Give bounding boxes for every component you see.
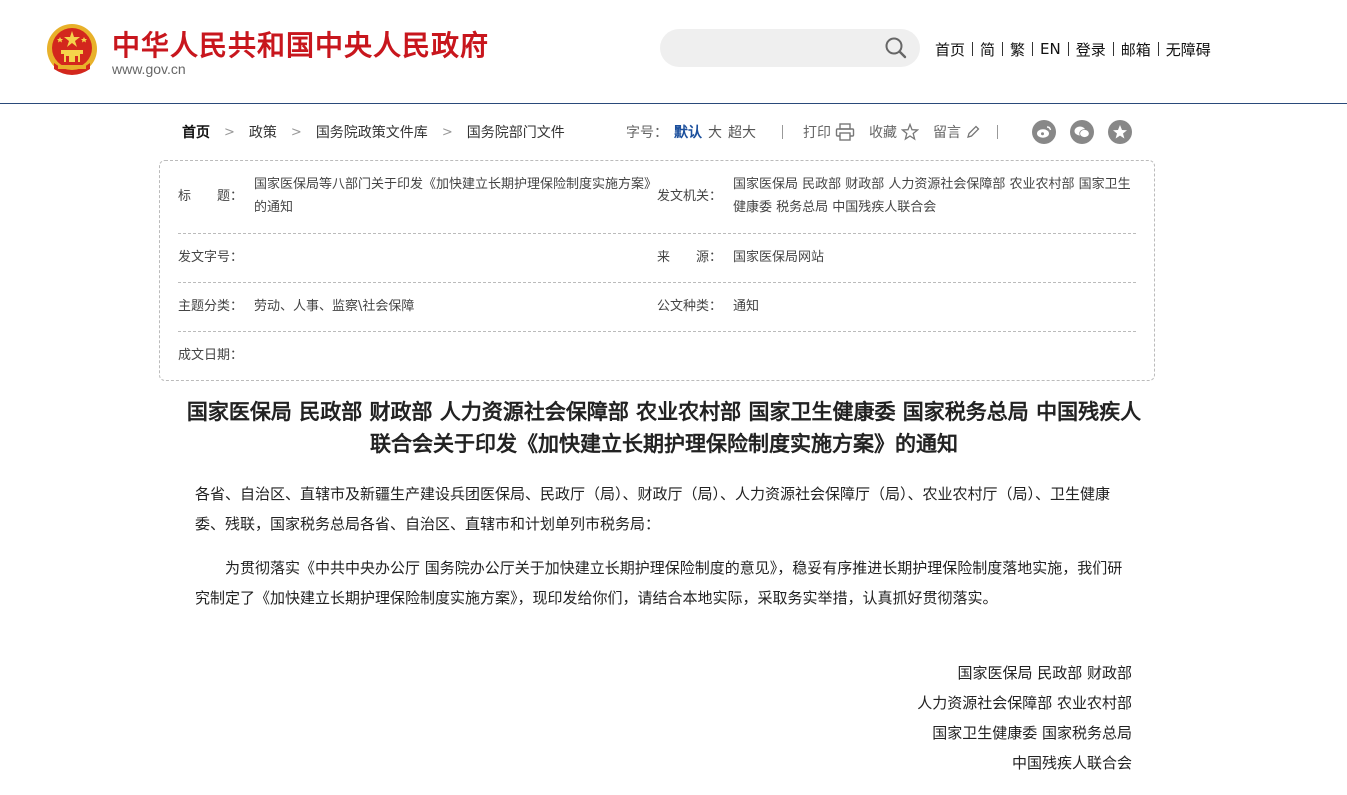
breadcrumb-policy[interactable]: 政策 <box>249 122 277 142</box>
nav-home[interactable]: 首页 <box>928 39 972 60</box>
chevron-right-icon: > <box>290 124 302 140</box>
print-label: 打印 <box>803 125 831 141</box>
info-row-date: 成文日期： <box>178 332 1136 381</box>
topic-value: 劳动、人事、监察\社会保障 <box>254 299 415 314</box>
doc-type-value: 通知 <box>733 299 760 314</box>
breadcrumb-policy-library[interactable]: 国务院政策文件库 <box>316 122 428 142</box>
printer-icon <box>835 123 855 141</box>
pencil-icon <box>967 125 980 138</box>
weibo-icon[interactable] <box>1032 120 1056 144</box>
signature-line: 人力资源社会保障部 农业农村部 <box>917 694 1132 712</box>
article-recipients: 各省、自治区、直辖市及新疆生产建设兵团医保局、民政厅（局）、财政厅（局）、人力资… <box>195 485 1111 533</box>
signature-line: 中国残疾人联合会 <box>1011 754 1132 772</box>
print-button[interactable]: 打印 <box>803 122 855 142</box>
favorite-label: 收藏 <box>869 125 897 141</box>
font-size-xlarge[interactable]: 超大 <box>728 122 756 142</box>
font-size-default[interactable]: 默认 <box>674 122 702 142</box>
nav-traditional[interactable]: 繁 <box>1003 39 1032 60</box>
topic-label: 主题分类： <box>178 299 244 314</box>
font-size-large[interactable]: 大 <box>708 122 722 142</box>
article-body: 为贯彻落实《中共中央办公厅 国务院办公厅关于加快建立长期护理保险制度的意见》，稳… <box>195 559 1123 607</box>
font-size-label: 字号： <box>626 125 668 141</box>
search-icon[interactable] <box>884 36 908 60</box>
breadcrumb-home[interactable]: 首页 <box>182 122 210 142</box>
site-header: 中华人民共和国中央人民政府 www.gov.cn 首页 简 繁 EN 登录 邮箱… <box>0 0 1347 104</box>
site-title[interactable]: 中华人民共和国中央人民政府 <box>112 24 489 64</box>
nav-login[interactable]: 登录 <box>1069 39 1113 60</box>
doc-number-label: 发文字号： <box>178 250 244 265</box>
nav-mail[interactable]: 邮箱 <box>1114 39 1158 60</box>
document-info-table: 标 题： 国家医保局等八部门关于印发《加快建立长期护理保险制度实施方案》的通知 … <box>159 160 1155 381</box>
signature-line: 国家医保局 民政部 财政部 <box>957 664 1132 682</box>
title-value: 国家医保局等八部门关于印发《加快建立长期护理保险制度实施方案》的通知 <box>254 177 651 215</box>
title-label: 标 题： <box>178 189 244 204</box>
source-label: 来 源： <box>657 250 723 265</box>
tools-divider <box>782 125 783 139</box>
issuer-label: 发文机关： <box>657 189 723 204</box>
top-nav: 首页 简 繁 EN 登录 邮箱 无障碍 <box>928 38 1218 60</box>
signature-line: 国家卫生健康委 国家税务总局 <box>932 724 1132 742</box>
info-row-docno: 发文字号： 来 源： 国家医保局网站 <box>178 234 1136 283</box>
chevron-right-icon: > <box>224 124 235 140</box>
tools-divider <box>997 125 998 139</box>
source-value: 国家医保局网站 <box>733 250 825 265</box>
nav-simplified[interactable]: 简 <box>973 39 1002 60</box>
breadcrumb-department-docs[interactable]: 国务院部门文件 <box>467 122 565 142</box>
star-icon <box>901 123 919 141</box>
site-url: www.gov.cn <box>112 61 186 77</box>
info-row-topic: 主题分类： 劳动、人事、监察\社会保障 公文种类： 通知 <box>178 283 1136 332</box>
comment-label: 留言 <box>933 125 961 141</box>
comment-button[interactable]: 留言 <box>933 122 981 142</box>
info-row-title: 标 题： 国家医保局等八部门关于印发《加快建立长期护理保险制度实施方案》的通知 … <box>178 161 1136 234</box>
wechat-icon[interactable] <box>1070 120 1094 144</box>
nav-english[interactable]: EN <box>1033 40 1068 58</box>
nav-accessibility[interactable]: 无障碍 <box>1159 39 1218 60</box>
national-emblem-icon[interactable] <box>46 23 98 77</box>
favorite-button[interactable]: 收藏 <box>869 122 919 142</box>
issuer-value: 国家医保局 民政部 财政部 人力资源社会保障部 农业农村部 国家卫生健康委 税务… <box>733 177 1131 215</box>
date-label: 成文日期： <box>178 348 244 363</box>
breadcrumb: 首页 > 政策 > 国务院政策文件库 > 国务院部门文件 <box>182 122 565 142</box>
search-input[interactable] <box>676 36 866 60</box>
article-tools: 字号： 默认 大 超大 打印 收藏 留言 <box>626 120 998 144</box>
qzone-icon[interactable] <box>1108 120 1132 144</box>
article-title: 国家医保局 民政部 财政部 人力资源社会保障部 农业农村部 国家卫生健康委 国家… <box>186 399 1142 456</box>
doc-type-label: 公文种类： <box>657 299 723 314</box>
chevron-right-icon: > <box>441 124 453 140</box>
